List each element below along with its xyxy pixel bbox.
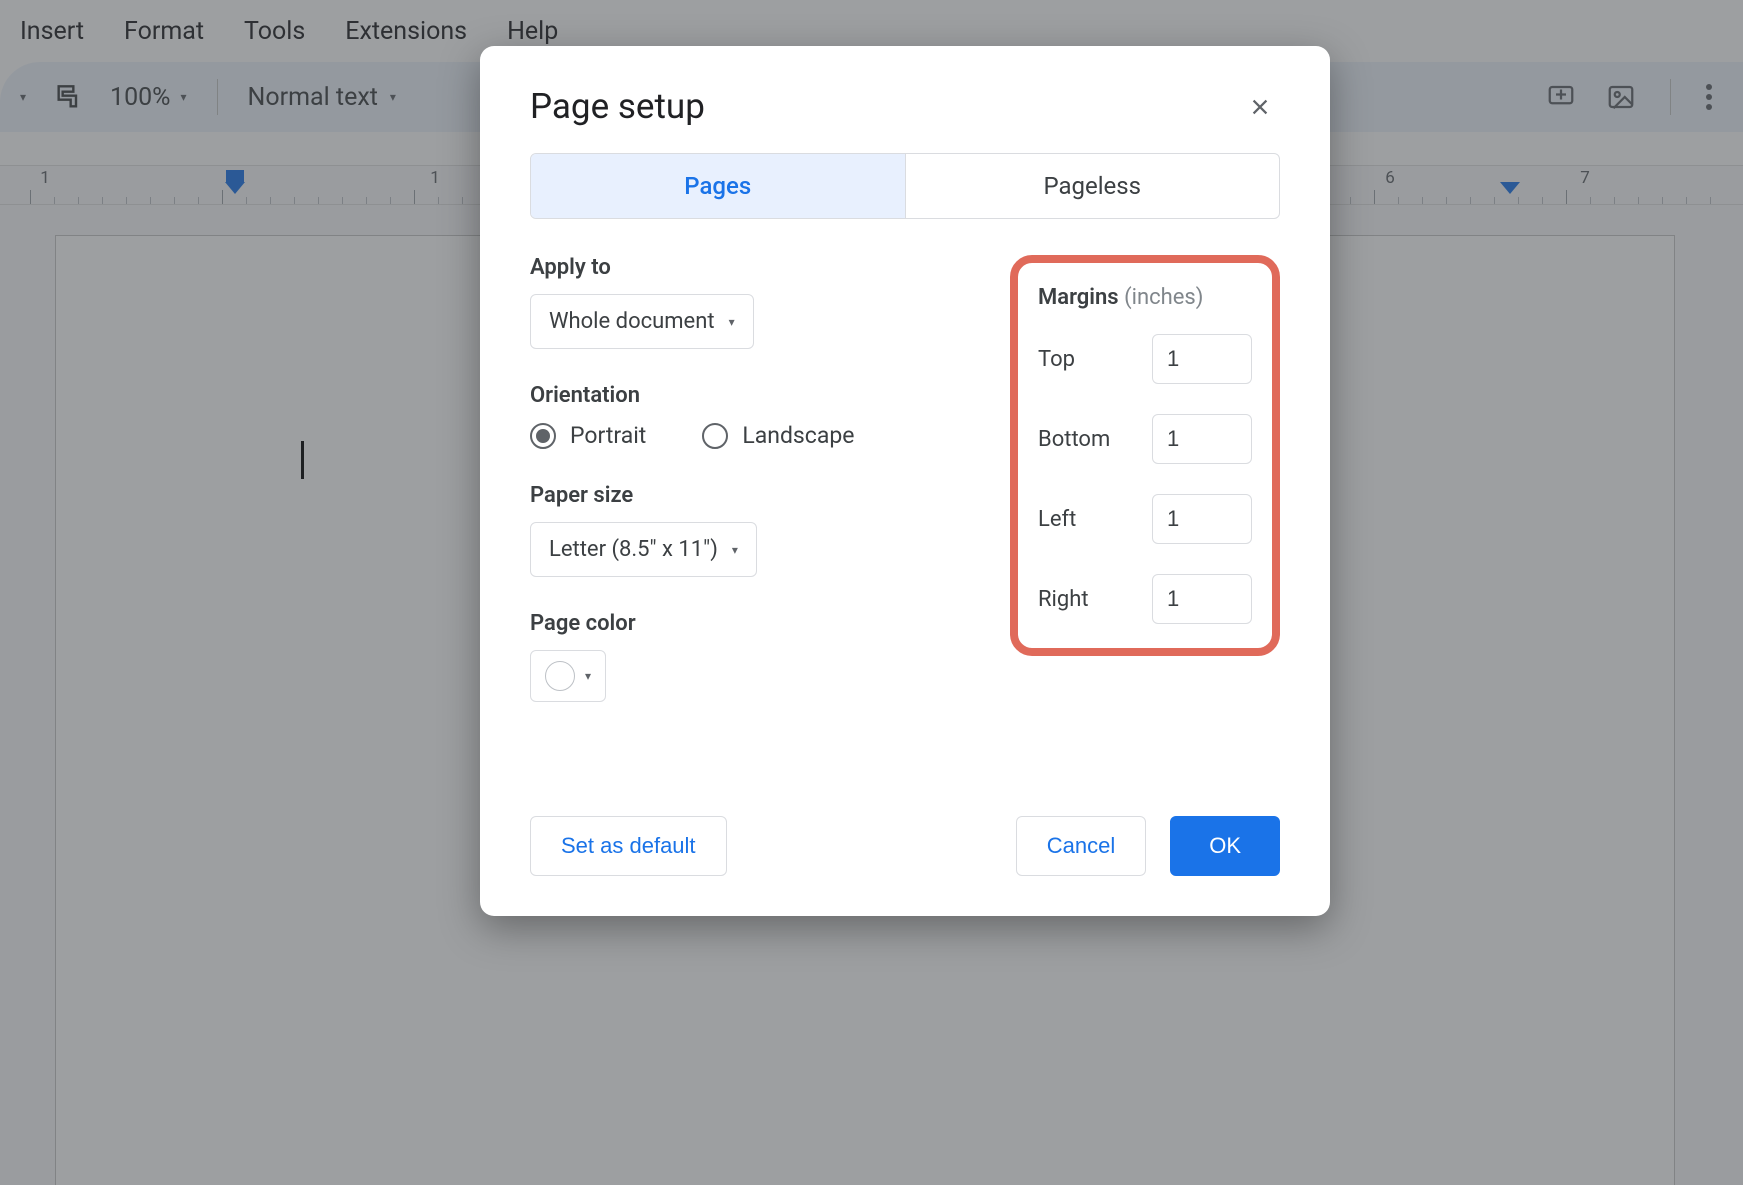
margin-bottom-input[interactable] [1152,414,1252,464]
cancel-button[interactable]: Cancel [1016,816,1146,876]
apply-to-label: Apply to [530,255,980,280]
app-root: Insert Format Tools Extensions Help ▾ 10… [0,0,1743,1185]
margin-left-label: Left [1038,507,1076,532]
orientation-portrait-radio[interactable]: Portrait [530,422,646,449]
tab-pages[interactable]: Pages [531,154,906,218]
chevron-down-icon: ▾ [732,543,738,557]
orientation-label: Orientation [530,383,980,408]
ok-button[interactable]: OK [1170,816,1280,876]
radio-unchecked-icon [702,423,728,449]
chevron-down-icon: ▾ [585,669,591,683]
close-button[interactable] [1240,87,1280,127]
apply-to-dropdown[interactable]: Whole document ▾ [530,294,754,349]
margins-panel: Margins (inches) Top Bottom Left [1010,255,1280,656]
orientation-option-label: Landscape [742,422,854,449]
margin-right-label: Right [1038,587,1089,612]
radio-checked-icon [530,423,556,449]
tab-row: Pages Pageless [530,153,1280,219]
margin-bottom-label: Bottom [1038,427,1110,452]
margin-right-input[interactable] [1152,574,1252,624]
paper-size-value: Letter (8.5" x 11") [549,537,718,562]
margins-label: Margins (inches) [1038,285,1252,310]
set-as-default-button[interactable]: Set as default [530,816,727,876]
paper-size-dropdown[interactable]: Letter (8.5" x 11") ▾ [530,522,757,577]
color-swatch-icon [545,661,575,691]
page-color-label: Page color [530,611,980,636]
orientation-landscape-radio[interactable]: Landscape [702,422,854,449]
paper-size-label: Paper size [530,483,980,508]
page-setup-dialog: Page setup Pages Pageless Apply to Whole… [480,46,1330,916]
margin-top-label: Top [1038,347,1075,372]
margin-left-input[interactable] [1152,494,1252,544]
page-color-dropdown[interactable]: ▾ [530,650,606,702]
chevron-down-icon: ▾ [729,315,735,329]
apply-to-value: Whole document [549,309,715,334]
orientation-option-label: Portrait [570,422,646,449]
tab-pageless[interactable]: Pageless [906,154,1280,218]
dialog-title: Page setup [530,86,705,127]
margin-top-input[interactable] [1152,334,1252,384]
